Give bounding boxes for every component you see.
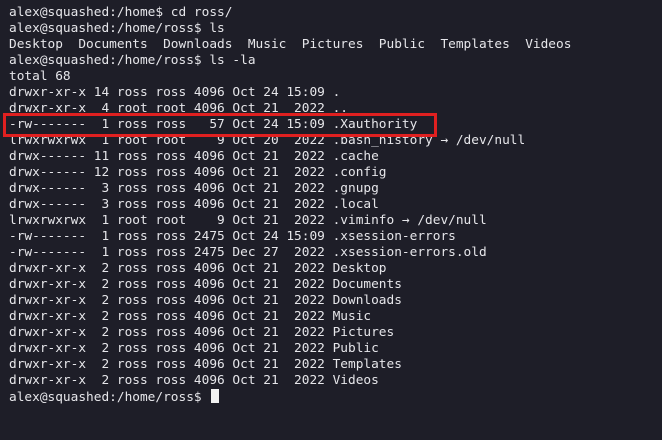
terminal-line: drwxr-xr-x 2 ross ross 4096 Oct 21 2022 … xyxy=(9,277,402,292)
terminal-window[interactable]: alex@squashed:/home$ cd ross/ alex@squas… xyxy=(0,0,662,440)
text-cursor xyxy=(211,389,220,403)
terminal-line: Desktop Documents Downloads Music Pictur… xyxy=(9,37,572,52)
terminal-line: drwx------ 3 ross ross 4096 Oct 21 2022 … xyxy=(9,181,379,196)
terminal-line: drwxr-xr-x 2 ross ross 4096 Oct 21 2022 … xyxy=(9,373,379,388)
terminal-line: drwx------ 3 ross ross 4096 Oct 21 2022 … xyxy=(9,197,379,212)
terminal-line: drwxr-xr-x 2 ross ross 4096 Oct 21 2022 … xyxy=(9,309,372,324)
terminal-line: drwxr-xr-x 4 root root 4096 Oct 21 2022 … xyxy=(9,101,348,116)
terminal-line: drwxr-xr-x 2 ross ross 4096 Oct 21 2022 … xyxy=(9,341,379,356)
terminal-line: drwxr-xr-x 2 ross ross 4096 Oct 21 2022 … xyxy=(9,293,402,308)
terminal-line: drwxr-xr-x 2 ross ross 4096 Oct 21 2022 … xyxy=(9,325,395,340)
terminal-line: alex@squashed:/home/ross$ ls xyxy=(9,21,225,36)
terminal-line: drwx------ 11 ross ross 4096 Oct 21 2022… xyxy=(9,149,379,164)
terminal-line: total 68 xyxy=(9,69,71,84)
prompt-line[interactable]: alex@squashed:/home/ross$ xyxy=(9,389,220,405)
terminal-line: drwxr-xr-x 2 ross ross 4096 Oct 21 2022 … xyxy=(9,261,387,276)
terminal-line: alex@squashed:/home$ cd ross/ xyxy=(9,5,233,20)
terminal-line: -rw------- 1 ross ross 2475 Dec 27 2022 … xyxy=(9,245,487,260)
prompt-text: alex@squashed:/home/ross$ xyxy=(9,390,210,405)
terminal-line: drwxr-xr-x 14 ross ross 4096 Oct 24 15:0… xyxy=(9,85,341,100)
terminal-line: lrwxrwxrwx 1 root root 9 Oct 21 2022 .vi… xyxy=(9,213,487,228)
terminal-line-xauthority: -rw------- 1 ross ross 57 Oct 24 15:09 .… xyxy=(9,117,418,132)
terminal-line: alex@squashed:/home/ross$ ls -la xyxy=(9,53,256,68)
terminal-line: lrwxrwxrwx 1 root root 9 Oct 20 2022 .ba… xyxy=(9,133,526,148)
terminal-line: drwxr-xr-x 2 ross ross 4096 Oct 21 2022 … xyxy=(9,357,402,372)
terminal-line: drwx------ 12 ross ross 4096 Oct 21 2022… xyxy=(9,165,387,180)
terminal-line: -rw------- 1 ross ross 2475 Oct 24 15:09… xyxy=(9,229,456,244)
